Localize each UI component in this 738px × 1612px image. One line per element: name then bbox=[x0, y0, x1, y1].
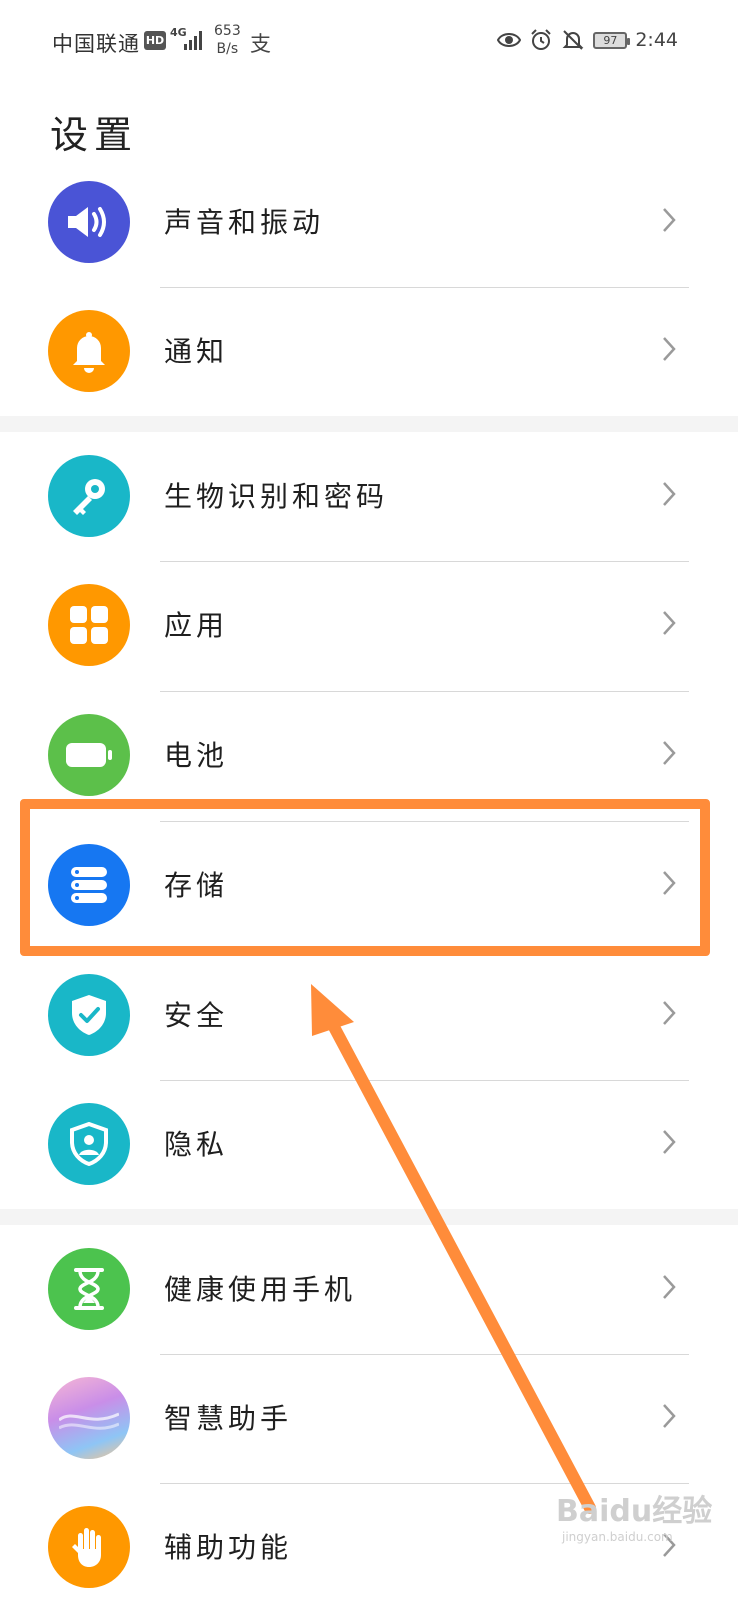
settings-item-digital-balance[interactable]: 健康使用手机 bbox=[0, 1224, 738, 1354]
chevron-right-icon bbox=[663, 611, 676, 635]
item-label: 电池 bbox=[164, 739, 229, 772]
highlight-box bbox=[20, 799, 710, 956]
privacy-shield-icon bbox=[48, 1103, 130, 1185]
chevron-right-icon bbox=[663, 1130, 676, 1154]
settings-item-sound[interactable]: 声音和振动 bbox=[0, 157, 738, 287]
item-label: 应用 bbox=[164, 609, 229, 642]
item-label: 通知 bbox=[164, 335, 229, 368]
status-bar: 中国联通 HD 4G 653 B/s 支 97 2:44 bbox=[0, 0, 738, 80]
watermark-url: jingyan.baidu.com bbox=[562, 1530, 673, 1544]
signal-icon bbox=[184, 31, 202, 50]
hd-badge: HD bbox=[144, 31, 166, 50]
chevron-right-icon bbox=[663, 482, 676, 506]
chevron-right-icon bbox=[663, 1404, 676, 1428]
settings-item-notifications[interactable]: 通知 bbox=[0, 286, 738, 416]
settings-item-apps[interactable]: 应用 bbox=[0, 560, 738, 690]
settings-item-privacy[interactable]: 隐私 bbox=[0, 1079, 738, 1209]
page-title: 设置 bbox=[50, 113, 139, 157]
speed-value: 653 bbox=[214, 23, 241, 39]
item-label: 隐私 bbox=[164, 1128, 229, 1161]
chevron-right-icon bbox=[663, 208, 676, 232]
bell-icon bbox=[48, 310, 130, 392]
item-label: 安全 bbox=[164, 999, 229, 1032]
network-speed: 653 B/s bbox=[214, 22, 241, 58]
clock: 2:44 bbox=[635, 29, 678, 51]
chevron-right-icon bbox=[663, 1275, 676, 1299]
eye-icon bbox=[497, 33, 522, 47]
shield-check-icon bbox=[48, 974, 130, 1056]
hand-icon bbox=[48, 1506, 130, 1588]
item-label: 健康使用手机 bbox=[164, 1273, 357, 1306]
chevron-right-icon bbox=[663, 741, 676, 765]
battery-icon bbox=[48, 714, 130, 796]
chevron-right-icon bbox=[663, 337, 676, 361]
status-right: 97 2:44 bbox=[497, 28, 678, 52]
settings-item-security[interactable]: 安全 bbox=[0, 950, 738, 1080]
chevron-right-icon bbox=[663, 1001, 676, 1025]
hourglass-icon bbox=[48, 1248, 130, 1330]
alipay-icon: 支 bbox=[250, 32, 271, 56]
watermark: Baidu经验 bbox=[556, 1494, 713, 1529]
battery-indicator: 97 bbox=[593, 31, 631, 49]
key-icon bbox=[48, 455, 130, 537]
settings-item-biometrics[interactable]: 生物识别和密码 bbox=[0, 431, 738, 561]
carrier-name: 中国联通 bbox=[52, 32, 140, 56]
mute-bell-icon bbox=[562, 30, 584, 50]
item-label: 生物识别和密码 bbox=[164, 480, 389, 513]
item-label: 智慧助手 bbox=[164, 1402, 293, 1435]
settings-item-smart-assistant[interactable]: 智慧助手 bbox=[0, 1353, 738, 1483]
section-gap bbox=[0, 1209, 738, 1225]
section-gap bbox=[0, 416, 738, 432]
speaker-icon bbox=[48, 181, 130, 263]
item-label: 声音和振动 bbox=[164, 206, 325, 239]
speed-unit: B/s bbox=[216, 41, 239, 57]
item-label: 辅助功能 bbox=[164, 1531, 293, 1564]
apps-grid-icon bbox=[48, 584, 130, 666]
assistant-icon bbox=[48, 1377, 130, 1459]
alarm-icon bbox=[531, 29, 552, 50]
